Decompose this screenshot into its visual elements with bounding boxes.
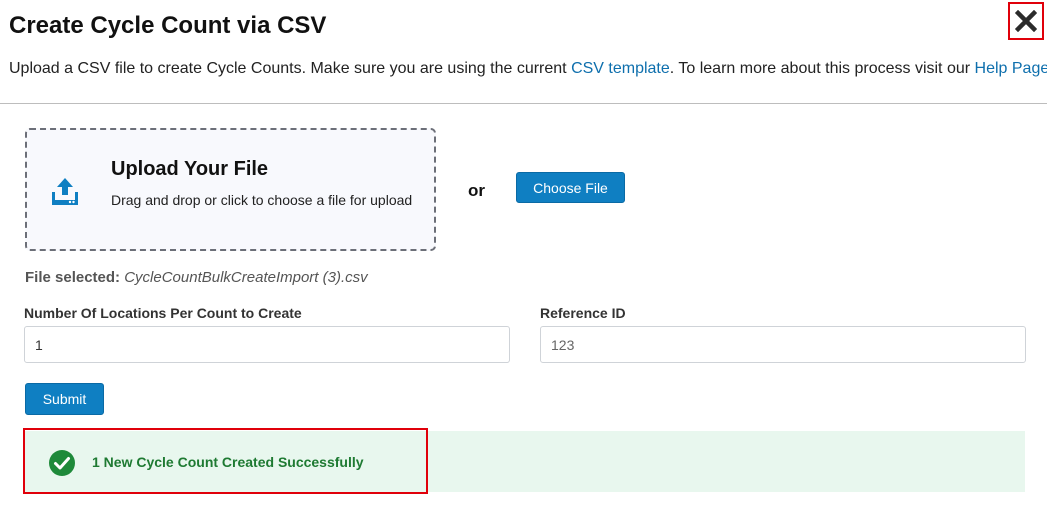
dropzone-title: Upload Your File (111, 158, 269, 180)
submit-button[interactable]: Submit (25, 383, 104, 415)
locations-count-label: Number Of Locations Per Count to Create (24, 305, 302, 321)
page-title: Create Cycle Count via CSV (9, 12, 327, 39)
help-page-link[interactable]: Help Page (975, 60, 1047, 77)
locations-count-input[interactable] (24, 326, 510, 363)
close-x-icon (1015, 10, 1037, 32)
description-text-before: Upload a CSV file to create Cycle Counts… (9, 60, 572, 77)
reference-id-label: Reference ID (540, 305, 626, 321)
header-divider (0, 103, 1047, 104)
description: Upload a CSV file to create Cycle Counts… (9, 60, 1047, 78)
upload-tray-icon (52, 178, 78, 205)
file-dropzone[interactable]: Upload Your File Drag and drop or click … (25, 128, 436, 251)
description-text-middle: . To learn more about this process visit… (669, 60, 975, 77)
file-selected-info: File selected: CycleCountBulkCreateImpor… (25, 269, 368, 286)
reference-id-input[interactable] (540, 326, 1026, 363)
selected-filename: CycleCountBulkCreateImport (3).csv (124, 269, 368, 286)
or-separator: or (468, 181, 485, 200)
file-selected-label: File selected: (25, 269, 121, 286)
choose-file-button[interactable]: Choose File (516, 172, 625, 203)
success-message: 1 New Cycle Count Created Successfully (92, 454, 364, 470)
dropzone-subtitle: Drag and drop or click to choose a file … (111, 192, 413, 208)
close-button[interactable] (1008, 2, 1044, 40)
csv-template-link[interactable]: CSV template (571, 60, 670, 77)
check-circle-icon (49, 450, 75, 476)
